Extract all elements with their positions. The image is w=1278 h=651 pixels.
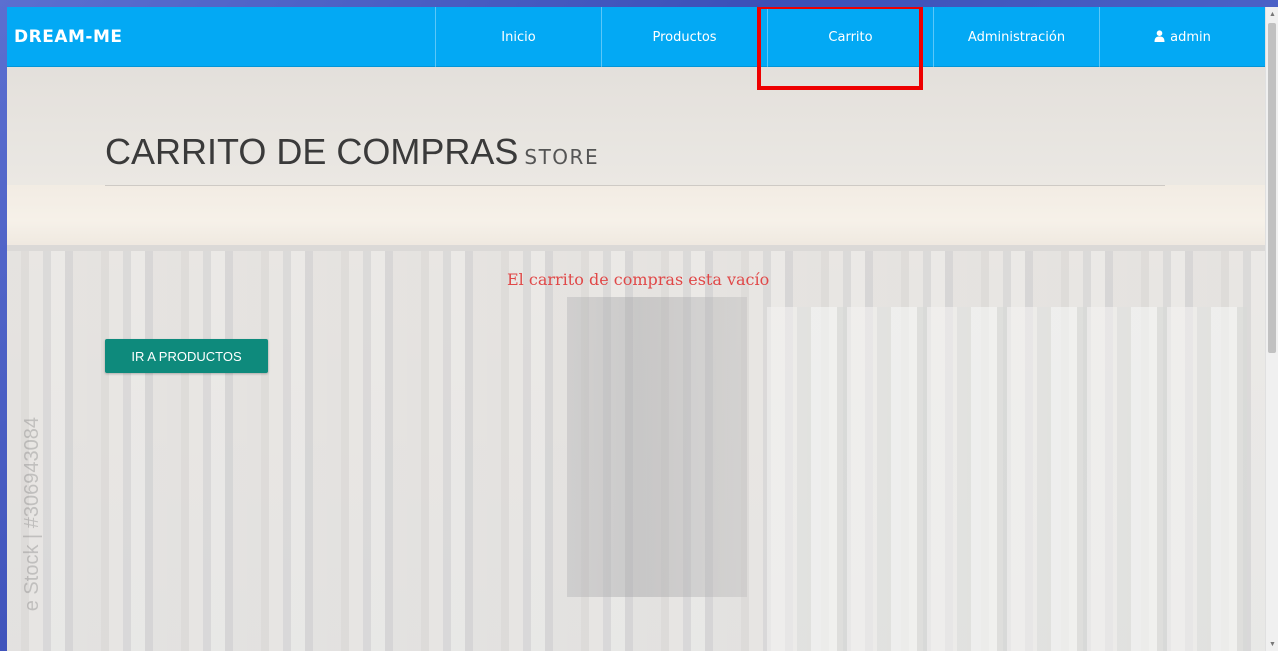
nav-item-carrito[interactable]: Carrito — [767, 7, 933, 67]
desktop-frame: e Stock | #306943084 DREAM-ME Inicio Pro… — [0, 0, 1278, 651]
page-subtitle: STORE — [524, 145, 600, 169]
nav-item-user-admin[interactable]: admin — [1099, 7, 1265, 67]
go-to-products-button[interactable]: IR A PRODUCTOS — [105, 339, 268, 373]
title-divider — [105, 185, 1165, 186]
nav-item-label: Productos — [652, 29, 717, 45]
nav-item-inicio[interactable]: Inicio — [435, 7, 601, 67]
background-overlay — [7, 7, 1265, 651]
brand-logo[interactable]: DREAM-ME — [14, 27, 122, 47]
scroll-up-arrow-icon[interactable]: ▲ — [1266, 7, 1278, 21]
nav-item-label: Carrito — [828, 29, 873, 45]
top-navbar: DREAM-ME Inicio Productos Carrito Admini… — [7, 7, 1265, 67]
nav-item-label: admin — [1170, 29, 1211, 45]
nav-item-label: Inicio — [501, 29, 536, 45]
nav-item-administracion[interactable]: Administración — [933, 7, 1099, 67]
page-title-text: CARRITO DE COMPRAS — [105, 131, 519, 172]
page-title: CARRITO DE COMPRAS STORE — [105, 131, 599, 173]
browser-viewport: e Stock | #306943084 DREAM-ME Inicio Pro… — [7, 7, 1278, 651]
empty-cart-message: El carrito de compras esta vacío — [507, 270, 770, 289]
stock-watermark: e Stock | #306943084 — [21, 417, 43, 612]
scroll-down-arrow-icon[interactable]: ▼ — [1266, 637, 1278, 651]
scrollbar-thumb[interactable] — [1268, 23, 1276, 353]
user-icon — [1154, 29, 1165, 45]
vertical-scrollbar[interactable]: ▲ ▼ — [1265, 7, 1278, 651]
nav-item-productos[interactable]: Productos — [601, 7, 767, 67]
nav-item-label: Administración — [967, 29, 1066, 45]
